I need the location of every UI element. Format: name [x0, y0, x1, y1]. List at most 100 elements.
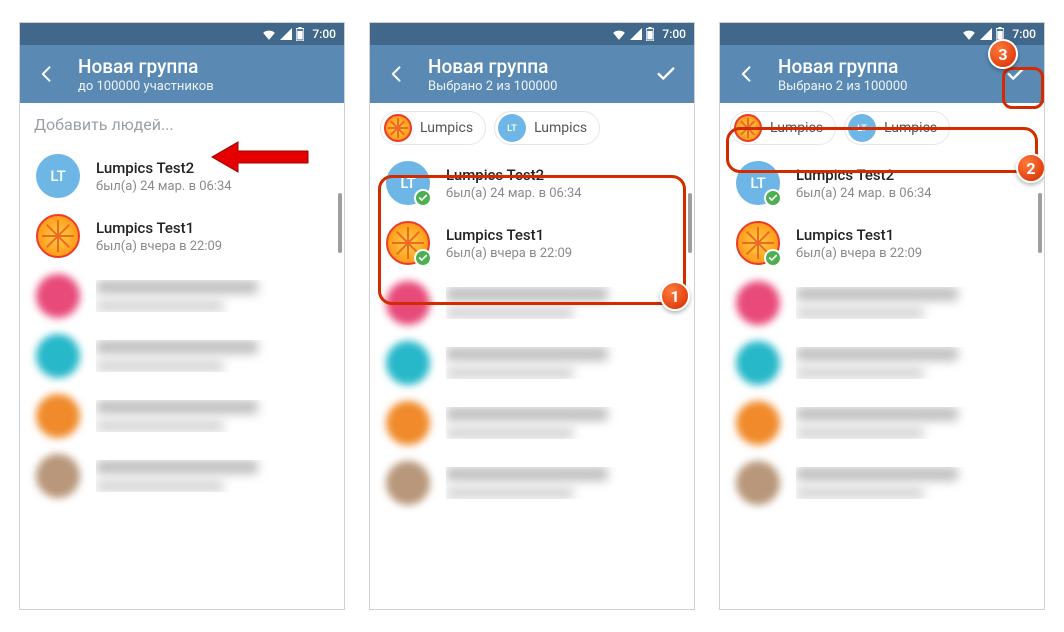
selected-chip[interactable]: LT Lumpics — [494, 111, 600, 145]
status-bar: 7:00 — [20, 23, 344, 45]
contact-status: был(а) 24 мар. в 06:34 — [96, 179, 328, 194]
selected-chip[interactable]: LT Lumpics — [844, 111, 950, 145]
contact-status: был(а) 24 мар. в 06:34 — [796, 186, 1028, 201]
page-subtitle: Выбрано 2 из 100000 — [778, 79, 998, 94]
app-header: Новая группаВыбрано 2 из 100000 — [370, 45, 694, 103]
avatar-initials: LT — [498, 114, 526, 142]
selected-check-icon — [414, 189, 432, 207]
contact-status: был(а) вчера в 22:09 — [446, 246, 678, 261]
contact-list[interactable]: LT Lumpics Test2 был(а) 24 мар. в 06:34 Lum… — [20, 146, 344, 506]
avatar-blurred — [736, 281, 780, 325]
selected-check-icon — [764, 189, 782, 207]
chip-label: Lumpics — [534, 120, 587, 136]
phone-screen: 7:00Новая группадо 100000 участниковДоба… — [19, 22, 345, 610]
contact-status: был(а) вчера в 22:09 — [96, 239, 328, 254]
confirm-button[interactable] — [648, 56, 684, 92]
avatar-blurred — [36, 274, 80, 318]
battery-icon — [646, 27, 654, 41]
scrollbar-thumb[interactable] — [1038, 193, 1042, 253]
wifi-icon — [262, 28, 276, 40]
contact-row[interactable]: Lumpics Test1 был(а) вчера в 22:09 — [720, 213, 1044, 273]
scrollbar-thumb[interactable] — [688, 193, 692, 253]
chip-label: Lumpics — [770, 120, 823, 136]
avatar-blurred — [36, 334, 80, 378]
contact-list[interactable]: LTLumpics Test2был(а) 24 мар. в 06:34Lum… — [370, 153, 694, 513]
phone-screen: 7:00 Новая группаВыбрано 2 из 100000 Lumpi… — [369, 22, 695, 610]
wifi-icon — [962, 28, 976, 40]
status-time: 7:00 — [312, 27, 336, 41]
avatar-blurred — [386, 281, 430, 325]
signal-icon — [630, 28, 642, 40]
contact-row[interactable]: Lumpics Test1 был(а) вчера в 22:09 — [20, 206, 344, 266]
contact-status: был(а) вчера в 22:09 — [796, 246, 1028, 261]
contact-row-blurred[interactable] — [20, 266, 344, 326]
app-header: Новая группадо 100000 участников — [20, 45, 344, 103]
phone-screen: 7:00 Новая группаВыбрано 2 из 100000 Lumpi… — [719, 22, 1045, 610]
annotation-step-badge: 2 — [1016, 153, 1045, 183]
avatar-initials: LT — [36, 154, 80, 198]
avatar-blurred — [386, 341, 430, 385]
avatar-blurred — [386, 401, 430, 445]
chip-label: Lumpics — [884, 120, 937, 136]
contact-name: Lumpics Test1 — [96, 219, 328, 237]
scrollbar-thumb[interactable] — [338, 193, 342, 253]
back-button[interactable] — [32, 59, 62, 89]
contact-row-blurred[interactable] — [720, 393, 1044, 453]
contact-name: Lumpics Test2 — [796, 166, 1028, 184]
status-time: 7:00 — [662, 27, 686, 41]
wifi-icon — [612, 28, 626, 40]
annotation-step-badge: 1 — [660, 281, 690, 311]
page-title: Новая группа — [428, 55, 648, 78]
selected-chip[interactable]: Lumpics — [380, 111, 486, 145]
contact-row-blurred[interactable] — [720, 273, 1044, 333]
back-button[interactable] — [732, 59, 762, 89]
selected-chips: Lumpics LT Lumpics — [370, 103, 694, 153]
avatar-initials: LT — [848, 114, 876, 142]
battery-icon — [296, 27, 304, 41]
contact-row[interactable]: LTLumpics Test2был(а) 24 мар. в 06:34 — [720, 153, 1044, 213]
contact-row-blurred[interactable] — [370, 273, 694, 333]
chip-label: Lumpics — [420, 120, 473, 136]
status-time: 7:00 — [1012, 27, 1036, 41]
contact-name: Lumpics Test2 — [446, 166, 678, 184]
contact-status: был(а) 24 мар. в 06:34 — [446, 186, 678, 201]
avatar-orange-icon — [734, 114, 762, 142]
page-subtitle: до 100000 участников — [78, 79, 334, 94]
selected-chip[interactable]: Lumpics — [730, 111, 836, 145]
contact-name: Lumpics Test2 — [96, 159, 328, 177]
avatar-blurred — [36, 454, 80, 498]
page-title: Новая группа — [78, 55, 334, 78]
avatar-blurred — [736, 401, 780, 445]
contact-list[interactable]: LTLumpics Test2был(а) 24 мар. в 06:34Lum… — [720, 153, 1044, 513]
status-bar: 7:00 — [370, 23, 694, 45]
avatar-orange-icon — [36, 214, 80, 258]
contact-row-blurred[interactable] — [370, 453, 694, 513]
avatar-blurred — [36, 394, 80, 438]
contact-row[interactable]: LT Lumpics Test2 был(а) 24 мар. в 06:34 — [20, 146, 344, 206]
contact-row-blurred[interactable] — [20, 326, 344, 386]
signal-icon — [280, 28, 292, 40]
selected-check-icon — [414, 249, 432, 267]
contact-row[interactable]: LTLumpics Test2был(а) 24 мар. в 06:34 — [370, 153, 694, 213]
avatar-blurred — [736, 341, 780, 385]
selected-check-icon — [764, 249, 782, 267]
back-button[interactable] — [382, 59, 412, 89]
contact-name: Lumpics Test1 — [446, 226, 678, 244]
contact-row[interactable]: Lumpics Test1 был(а) вчера в 22:09 — [370, 213, 694, 273]
annotation-step-badge: 3 — [988, 39, 1018, 69]
avatar-blurred — [386, 461, 430, 505]
contact-row-blurred[interactable] — [720, 333, 1044, 393]
selected-chips: Lumpics LT Lumpics — [720, 103, 1044, 153]
page-title: Новая группа — [778, 55, 998, 78]
avatar-blurred — [736, 461, 780, 505]
signal-icon — [980, 28, 992, 40]
contact-row-blurred[interactable] — [370, 333, 694, 393]
page-subtitle: Выбрано 2 из 100000 — [428, 79, 648, 94]
contact-row-blurred[interactable] — [370, 393, 694, 453]
add-people-input[interactable]: Добавить людей... — [20, 103, 344, 146]
contact-row-blurred[interactable] — [720, 453, 1044, 513]
contact-name: Lumpics Test1 — [796, 226, 1028, 244]
avatar-orange-icon — [384, 114, 412, 142]
contact-row-blurred[interactable] — [20, 386, 344, 446]
contact-row-blurred[interactable] — [20, 446, 344, 506]
